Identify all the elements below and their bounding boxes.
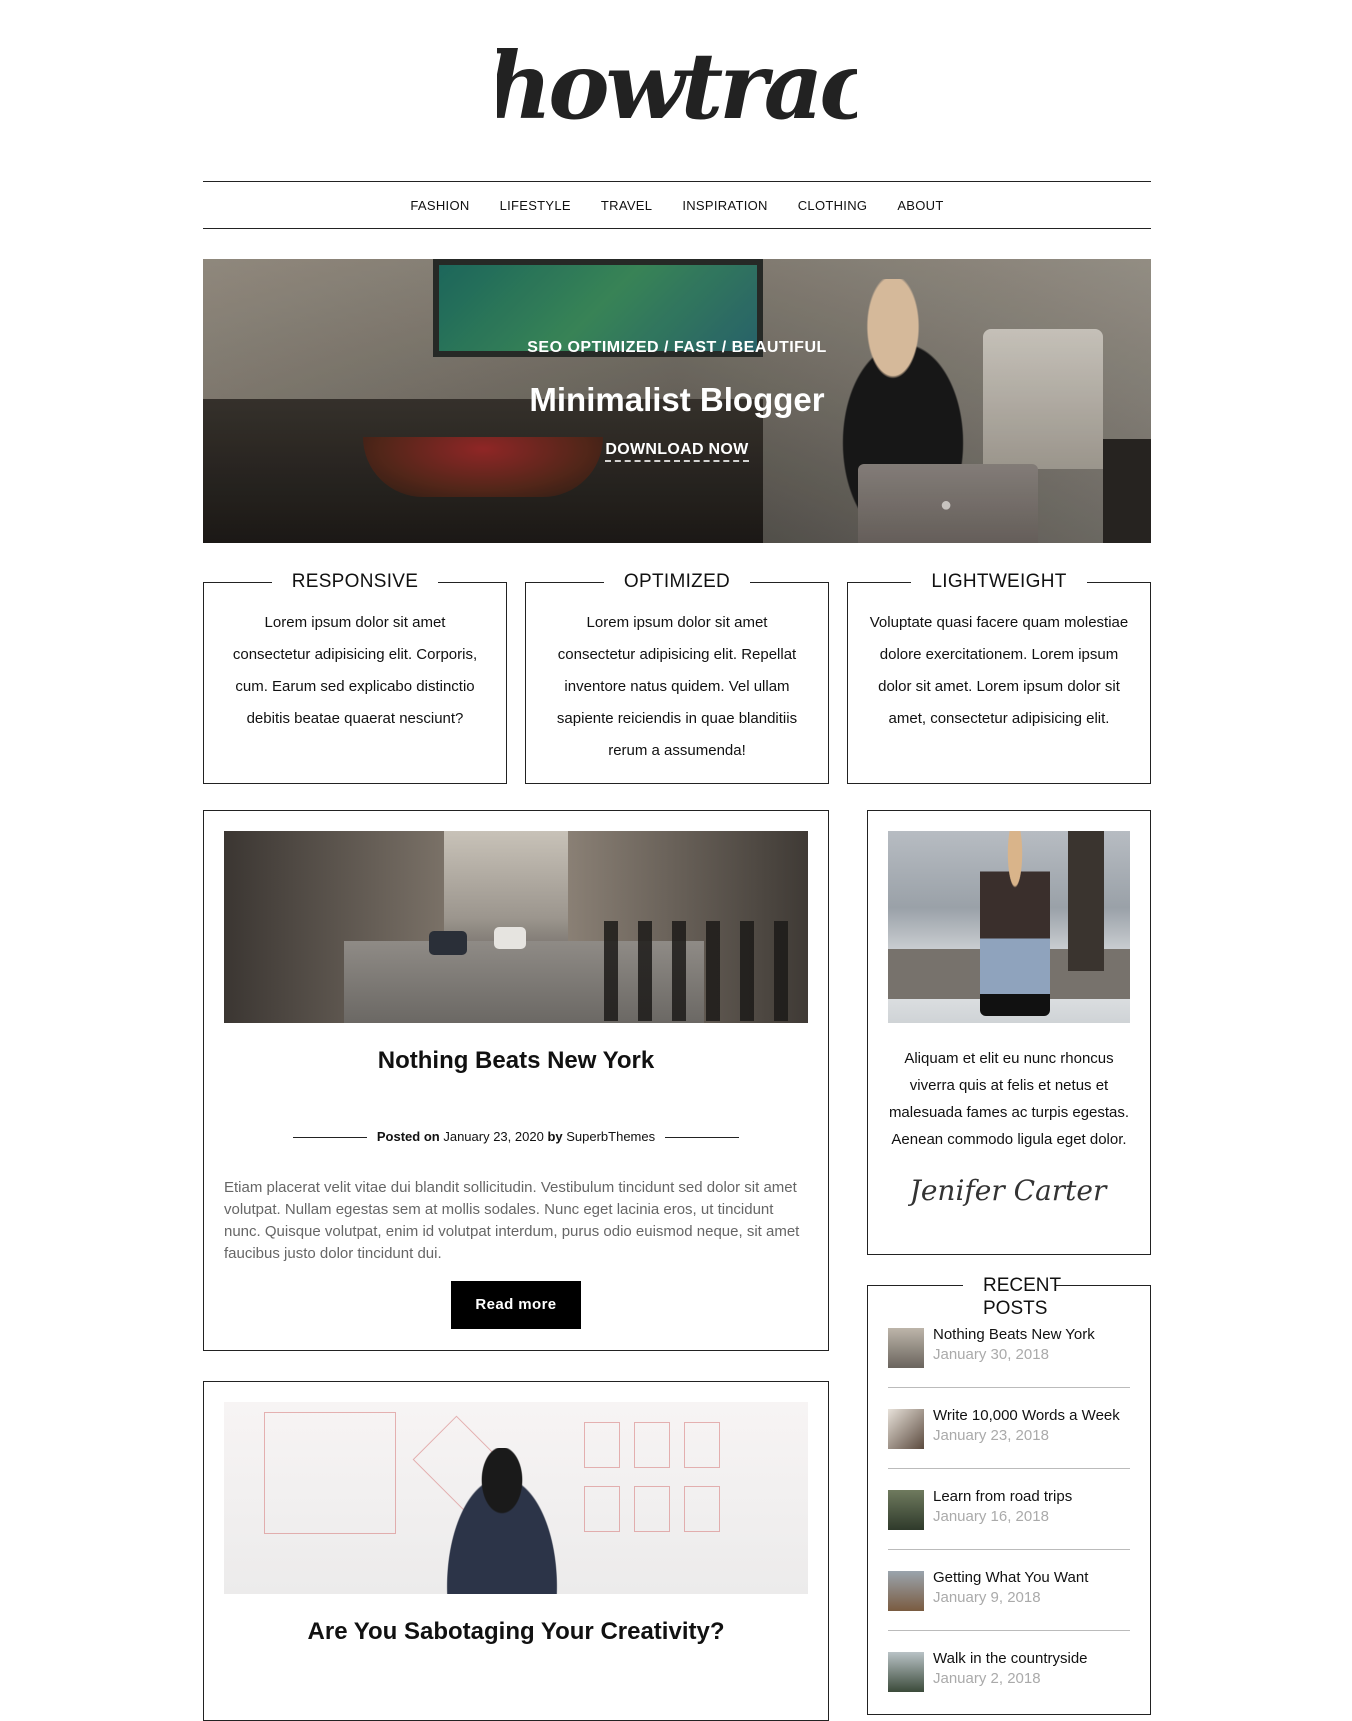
recent-post-thumbnail[interactable] bbox=[888, 1652, 924, 1692]
site-logo[interactable]: Showtrack bbox=[203, 14, 1151, 144]
hero-tagline: SEO OPTIMIZED / FAST / BEAUTIFUL bbox=[527, 339, 827, 356]
nav-item-lifestyle[interactable]: LIFESTYLE bbox=[485, 198, 586, 213]
download-now-link[interactable]: DOWNLOAD NOW bbox=[605, 441, 749, 462]
recent-post-item[interactable]: Getting What You Want January 9, 2018 bbox=[888, 1569, 1130, 1631]
post-meta: Posted on January 23, 2020 by SuperbThem… bbox=[204, 1129, 828, 1144]
nav-item-fashion[interactable]: FASHION bbox=[395, 198, 484, 213]
recent-post-thumbnail[interactable] bbox=[888, 1571, 924, 1611]
about-photo bbox=[888, 831, 1130, 1023]
meta-divider bbox=[293, 1137, 368, 1139]
recent-post-title[interactable]: Learn from road trips bbox=[933, 1488, 1072, 1505]
feature-box-lightweight: LIGHTWEIGHT Voluptate quasi facere quam … bbox=[847, 571, 1151, 784]
divider bbox=[888, 1387, 1130, 1388]
hero-banner: ● SEO OPTIMIZED / FAST / BEAUTIFUL Minim… bbox=[203, 259, 1151, 543]
recent-posts-widget: RECENT POSTS Nothing Beats New York Janu… bbox=[867, 1274, 1151, 1715]
feature-box-optimized: OPTIMIZED Lorem ipsum dolor sit amet con… bbox=[525, 571, 829, 784]
recent-post-thumbnail[interactable] bbox=[888, 1490, 924, 1530]
recent-post-date: January 16, 2018 bbox=[933, 1508, 1049, 1525]
post-title[interactable]: Are You Sabotaging Your Creativity? bbox=[204, 1618, 828, 1646]
about-text: Aliquam et elit eu nunc rhoncus viverra … bbox=[888, 1050, 1130, 1148]
feature-title: RESPONSIVE bbox=[271, 571, 439, 592]
recent-post-date: January 9, 2018 bbox=[933, 1589, 1041, 1606]
recent-post-thumbnail[interactable] bbox=[888, 1409, 924, 1449]
recent-post-date: January 30, 2018 bbox=[933, 1346, 1049, 1363]
feature-text: Lorem ipsum dolor sit amet consectetur a… bbox=[232, 614, 478, 727]
post-card: Are You Sabotaging Your Creativity? bbox=[203, 1381, 829, 1721]
nav-item-clothing[interactable]: CLOTHING bbox=[783, 198, 883, 213]
post-thumbnail[interactable] bbox=[224, 1402, 808, 1594]
recent-posts-title: RECENT POSTS bbox=[963, 1274, 1061, 1320]
post-thumbnail[interactable] bbox=[224, 831, 808, 1023]
read-more-button[interactable]: Read more bbox=[451, 1281, 581, 1329]
signature-image: Jenifer Carter bbox=[908, 1174, 1108, 1207]
post-card: Nothing Beats New York Posted on January… bbox=[203, 810, 829, 1351]
divider bbox=[888, 1630, 1130, 1631]
hero-cta-wrap: DOWNLOAD NOW bbox=[203, 441, 1151, 462]
hero-title: Minimalist Blogger bbox=[529, 381, 825, 418]
divider bbox=[888, 1468, 1130, 1469]
divider bbox=[888, 1549, 1130, 1550]
meta-by: by bbox=[547, 1129, 563, 1144]
post-author[interactable]: SuperbThemes bbox=[566, 1129, 655, 1144]
logo-text: Showtrack bbox=[497, 32, 857, 140]
recent-post-item[interactable]: Walk in the countryside January 2, 2018 bbox=[888, 1650, 1130, 1712]
recent-post-item[interactable]: Nothing Beats New York January 30, 2018 bbox=[888, 1326, 1130, 1388]
post-title[interactable]: Nothing Beats New York bbox=[204, 1047, 828, 1075]
feature-box-responsive: RESPONSIVE Lorem ipsum dolor sit amet co… bbox=[203, 571, 507, 784]
recent-post-thumbnail[interactable] bbox=[888, 1328, 924, 1368]
nav-item-inspiration[interactable]: INSPIRATION bbox=[667, 198, 782, 213]
recent-post-title[interactable]: Walk in the countryside bbox=[933, 1650, 1088, 1667]
nav-item-travel[interactable]: TRAVEL bbox=[586, 198, 667, 213]
meta-prefix: Posted on bbox=[376, 1129, 440, 1144]
logo-wordmark: Showtrack bbox=[497, 32, 857, 140]
recent-post-title[interactable]: Nothing Beats New York bbox=[933, 1326, 1095, 1343]
feature-boxes: RESPONSIVE Lorem ipsum dolor sit amet co… bbox=[203, 571, 1151, 784]
nav-item-about[interactable]: ABOUT bbox=[882, 198, 958, 213]
feature-text: Voluptate quasi facere quam molestiae do… bbox=[869, 614, 1129, 727]
recent-post-date: January 2, 2018 bbox=[933, 1670, 1041, 1687]
main-nav: FASHION LIFESTYLE TRAVEL INSPIRATION CLO… bbox=[203, 181, 1151, 229]
feature-title: OPTIMIZED bbox=[603, 571, 751, 592]
meta-divider bbox=[664, 1137, 739, 1139]
recent-post-title[interactable]: Write 10,000 Words a Week bbox=[933, 1407, 1120, 1424]
recent-post-item[interactable]: Learn from road trips January 16, 2018 bbox=[888, 1488, 1130, 1550]
recent-post-item[interactable]: Write 10,000 Words a Week January 23, 20… bbox=[888, 1407, 1130, 1469]
about-widget: Aliquam et elit eu nunc rhoncus viverra … bbox=[867, 810, 1151, 1255]
post-date[interactable]: January 23, 2020 bbox=[443, 1129, 543, 1144]
recent-post-date: January 23, 2018 bbox=[933, 1427, 1049, 1444]
feature-title: LIGHTWEIGHT bbox=[911, 571, 1087, 592]
recent-post-title[interactable]: Getting What You Want bbox=[933, 1569, 1088, 1586]
feature-text: Lorem ipsum dolor sit amet consectetur a… bbox=[556, 614, 798, 759]
signature-text: Jenifer Carter bbox=[908, 1174, 1108, 1207]
post-excerpt: Etiam placerat velit vitae dui blandit s… bbox=[224, 1179, 800, 1262]
